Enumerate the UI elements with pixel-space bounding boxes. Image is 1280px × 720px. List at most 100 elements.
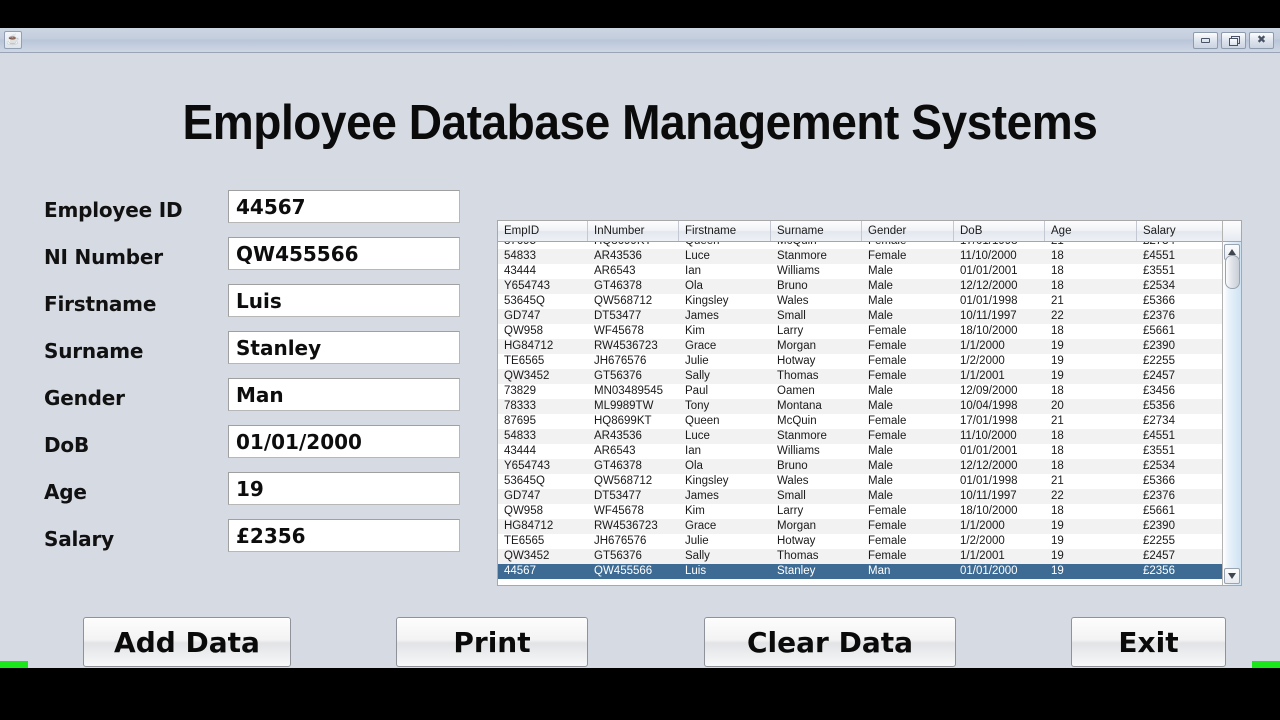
table-row[interactable]: 53645QQW568712KingsleyWalesMale01/01/199… [498, 474, 1223, 489]
table-cell: McQuin [771, 414, 862, 429]
table-row[interactable]: Y654743GT46378OlaBrunoMale12/12/200018£2… [498, 459, 1223, 474]
table-cell: 10/11/1997 [954, 309, 1045, 324]
table-row[interactable]: QW3452GT56376SallyThomasFemale1/1/200119… [498, 369, 1223, 384]
table-cell: Man [862, 564, 954, 579]
table-cell: 01/01/2001 [954, 264, 1045, 279]
table-cell: Oamen [771, 384, 862, 399]
table-row[interactable]: 87695HQ8699KTQueenMcQuinFemale17/01/1998… [498, 242, 1223, 249]
form-label: NI Number [44, 245, 163, 269]
table-cell: GT56376 [588, 549, 679, 564]
table-cell: Male [862, 474, 954, 489]
close-button[interactable]: ✖ [1249, 32, 1274, 49]
table-cell: HG84712 [498, 339, 588, 354]
table-row[interactable]: 54833AR43536LuceStanmoreFemale11/10/2000… [498, 429, 1223, 444]
minimize-button[interactable] [1193, 32, 1218, 49]
maximize-button[interactable] [1221, 32, 1246, 49]
table-cell: Larry [771, 504, 862, 519]
scrollbar-thumb[interactable] [1225, 255, 1240, 289]
table-cell: Male [862, 279, 954, 294]
table-row[interactable]: HG84712RW4536723GraceMorganFemale1/1/200… [498, 339, 1223, 354]
print-button[interactable]: Print [396, 617, 588, 667]
exit-button[interactable]: Exit [1071, 617, 1226, 667]
table-cell: 21 [1045, 294, 1137, 309]
employee-table[interactable]: EmpIDInNumberFirstnameSurnameGenderDoBAg… [497, 220, 1242, 586]
table-row[interactable]: QW958WF45678KimLarryFemale18/10/200018£5… [498, 324, 1223, 339]
table-row[interactable]: 53645QQW568712KingsleyWalesMale01/01/199… [498, 294, 1223, 309]
table-cell: Female [862, 339, 954, 354]
java-coffee-cup-icon: ☕ [4, 31, 22, 49]
table-cell: QW3452 [498, 369, 588, 384]
table-column-header[interactable]: EmpID [498, 221, 588, 241]
table-cell: 18 [1045, 429, 1137, 444]
clear-data-button[interactable]: Clear Data [704, 617, 956, 667]
table-column-header[interactable]: InNumber [588, 221, 679, 241]
table-cell: 18 [1045, 324, 1137, 339]
input-gender[interactable]: Man [228, 378, 460, 411]
table-vertical-scrollbar[interactable] [1222, 221, 1241, 585]
table-cell: JH676576 [588, 534, 679, 549]
input-ni-number[interactable]: QW455566 [228, 237, 460, 270]
table-cell: Bruno [771, 279, 862, 294]
table-cell: 01/01/2000 [954, 564, 1045, 579]
table-cell: Wales [771, 474, 862, 489]
table-cell: 78333 [498, 399, 588, 414]
table-row[interactable]: TE6565JH676576JulieHotwayFemale1/2/20001… [498, 534, 1223, 549]
table-column-header[interactable]: Age [1045, 221, 1137, 241]
table-cell: Thomas [771, 369, 862, 384]
table-row-selected[interactable]: 44567QW455566LuisStanleyMan01/01/200019£… [498, 564, 1223, 579]
table-row[interactable]: 73829MN03489545PaulOamenMale12/09/200018… [498, 384, 1223, 399]
table-column-header[interactable]: Firstname [679, 221, 771, 241]
input-age[interactable]: 19 [228, 472, 460, 505]
table-cell: Female [862, 354, 954, 369]
table-row[interactable]: QW3452GT56376SallyThomasFemale1/1/200119… [498, 549, 1223, 564]
table-row[interactable]: GD747DT53477JamesSmallMale10/11/199722£2… [498, 309, 1223, 324]
table-cell: 11/10/2000 [954, 429, 1045, 444]
table-cell: 01/01/2001 [954, 444, 1045, 459]
table-cell: 43444 [498, 264, 588, 279]
accent-bar-right [1252, 661, 1280, 668]
table-row[interactable]: 43444AR6543IanWilliamsMale01/01/200118£3… [498, 444, 1223, 459]
table-row[interactable]: 78333ML9989TWTonyMontanaMale10/04/199820… [498, 399, 1223, 414]
input-salary[interactable]: £2356 [228, 519, 460, 552]
table-row[interactable]: GD747DT53477JamesSmallMale10/11/199722£2… [498, 489, 1223, 504]
table-cell: 19 [1045, 369, 1137, 384]
add-data-button[interactable]: Add Data [83, 617, 291, 667]
input-dob[interactable]: 01/01/2000 [228, 425, 460, 458]
table-row[interactable]: HG84712RW4536723GraceMorganFemale1/1/200… [498, 519, 1223, 534]
application-window: ☕ ✖ Employee Database Management Systems… [0, 28, 1280, 668]
table-cell: Wales [771, 294, 862, 309]
table-cell: £5356 [1137, 399, 1223, 414]
table-cell: AR6543 [588, 444, 679, 459]
table-cell: HQ8699KT [588, 414, 679, 429]
table-cell: £2390 [1137, 519, 1223, 534]
table-cell: 1/1/2001 [954, 369, 1045, 384]
scrollbar-track[interactable] [1223, 242, 1241, 585]
table-column-header[interactable]: Surname [771, 221, 862, 241]
window-titlebar[interactable]: ☕ ✖ [0, 28, 1280, 53]
table-cell: 10/04/1998 [954, 399, 1045, 414]
maximize-icon [1229, 36, 1238, 44]
table-row[interactable]: 87695HQ8699KTQueenMcQuinFemale17/01/1998… [498, 414, 1223, 429]
table-cell: £5366 [1137, 294, 1223, 309]
table-cell: 19 [1045, 339, 1137, 354]
table-cell: Female [862, 414, 954, 429]
table-row[interactable]: TE6565JH676576JulieHotwayFemale1/2/20001… [498, 354, 1223, 369]
table-row[interactable]: 54833AR43536LuceStanmoreFemale11/10/2000… [498, 249, 1223, 264]
table-cell: Y654743 [498, 459, 588, 474]
input-employee-id[interactable]: 44567 [228, 190, 460, 223]
table-cell: 11/10/2000 [954, 249, 1045, 264]
table-row[interactable]: QW958WF45678KimLarryFemale18/10/200018£5… [498, 504, 1223, 519]
scroll-down-button[interactable] [1224, 568, 1240, 584]
table-cell: 18 [1045, 264, 1137, 279]
table-column-header[interactable]: Gender [862, 221, 954, 241]
table-column-header[interactable]: Salary [1137, 221, 1223, 241]
table-cell: 53645Q [498, 294, 588, 309]
input-firstname[interactable]: Luis [228, 284, 460, 317]
table-row[interactable]: Y654743GT46378OlaBrunoMale12/12/200018£2… [498, 279, 1223, 294]
table-cell: DT53477 [588, 309, 679, 324]
table-cell: HG84712 [498, 519, 588, 534]
table-column-header[interactable]: DoB [954, 221, 1045, 241]
table-row[interactable]: 43444AR6543IanWilliamsMale01/01/200118£3… [498, 264, 1223, 279]
input-surname[interactable]: Stanley [228, 331, 460, 364]
table-cell: Female [862, 549, 954, 564]
